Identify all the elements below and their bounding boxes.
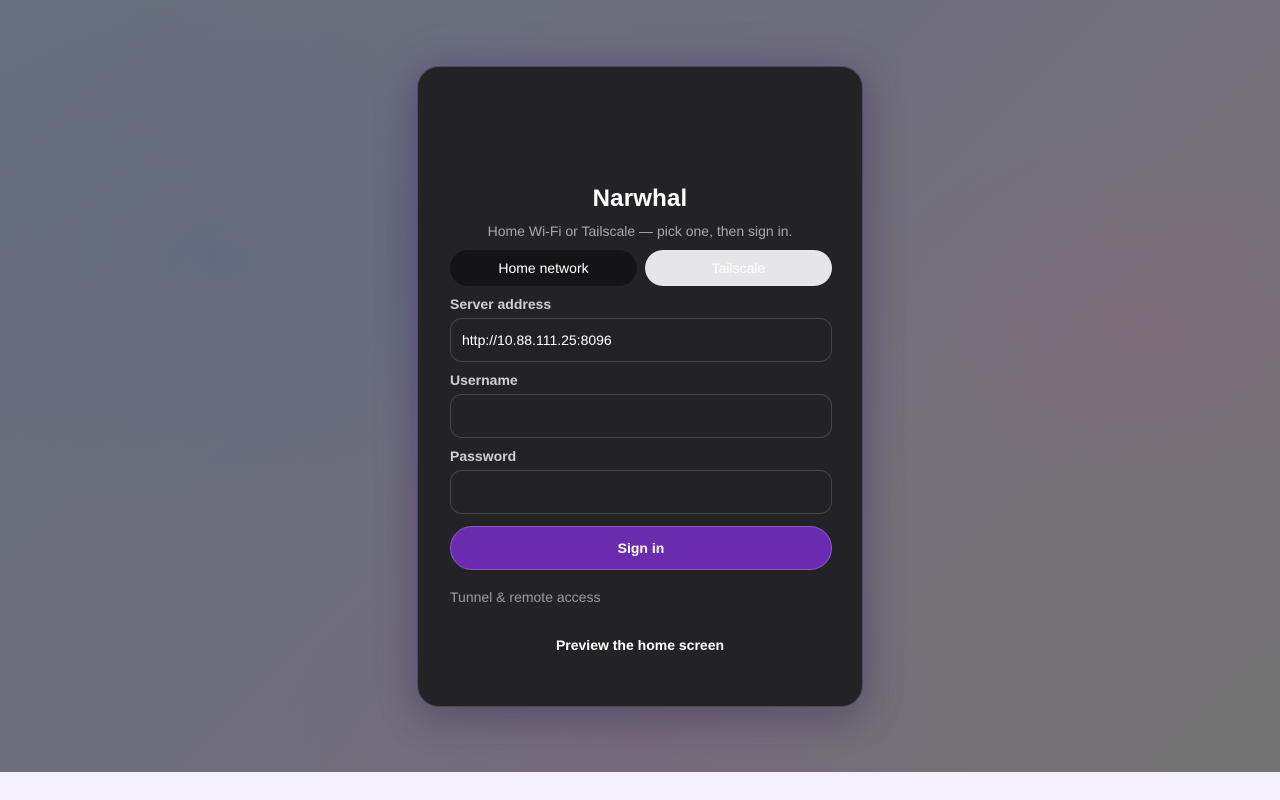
password-input[interactable] (450, 470, 832, 514)
network-mode-toggle: Home network Tailscale (450, 250, 832, 286)
server-address-label: Server address (450, 296, 552, 312)
app-subtitle: Home Wi-Fi or Tailscale — pick one, then… (487, 223, 793, 239)
home-network-option[interactable]: Home network (450, 250, 637, 286)
username-label: Username (450, 372, 518, 388)
tailscale-option[interactable]: Tailscale (645, 250, 832, 286)
login-card: Narwhal Home Wi-Fi or Tailscale — pick o… (417, 66, 863, 707)
app-title: Narwhal (592, 185, 688, 212)
password-label: Password (450, 448, 517, 464)
username-input[interactable] (450, 394, 832, 438)
tunnel-remote-access-link[interactable]: Tunnel & remote access (450, 589, 600, 605)
server-address-input[interactable] (450, 318, 832, 362)
sign-in-button[interactable]: Sign in (450, 526, 832, 570)
preview-home-screen-link[interactable]: Preview the home screen (418, 637, 862, 653)
